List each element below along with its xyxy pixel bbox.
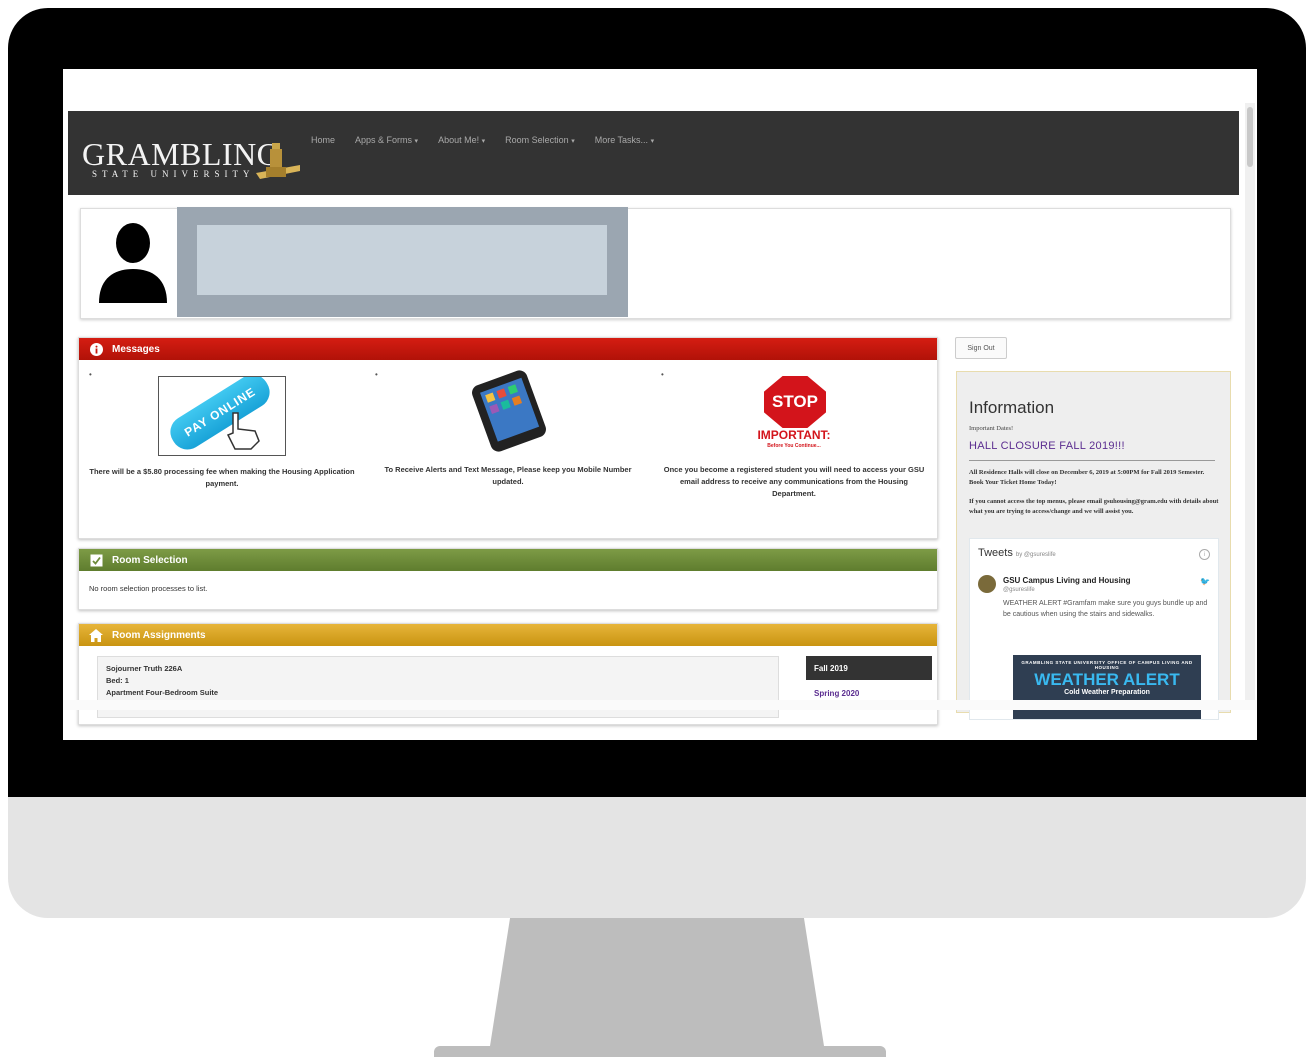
tweet-author-name[interactable]: GSU Campus Living and Housing (1003, 576, 1131, 585)
profile-details-redacted (177, 207, 628, 317)
info-headline: HALL CLOSURE FALL 2019!!! (969, 440, 1125, 452)
message-text: To Receive Alerts and Text Message, Plea… (384, 465, 632, 486)
tweet-text: WEATHER ALERT #Gramfam make sure you guy… (1003, 600, 1208, 618)
assignment-type: Apartment Four-Bedroom Suite (106, 688, 219, 697)
profile-card (80, 207, 1231, 319)
room-assignments-header: Room Assignments (79, 624, 937, 646)
monitor-base (434, 1046, 886, 1057)
checkbox-icon (89, 553, 103, 567)
pay-online-image[interactable]: PAY ONLINE (158, 376, 286, 456)
info-paragraph-contact: If you cannot access the top menus, plea… (969, 498, 1219, 515)
pointer-hand-icon (226, 412, 260, 450)
info-icon[interactable]: i (1199, 549, 1210, 560)
room-selection-header: Room Selection (79, 549, 937, 571)
before-label: Before You Continue... (767, 443, 821, 449)
logo-sub-text: STATE UNIVERSITY (92, 169, 255, 179)
twitter-widget: Tweets by @gsureslife i GSU Campus Livin… (969, 538, 1219, 720)
room-selection-text: No room selection processes to list. (89, 584, 208, 593)
grambling-logo[interactable]: GRAMBLING STATE UNIVERSITY (82, 136, 281, 179)
info-paragraph-closure: All Residence Halls will close on Decemb… (969, 469, 1205, 486)
room-selection-panel: Room Selection No room selection process… (78, 548, 938, 610)
nav-about-me[interactable]: About Me! ▾ (438, 135, 485, 145)
tweet-image-header: GRAMBLING STATE UNIVERSITY OFFICE OF CAM… (1021, 660, 1193, 670)
assignment-hall: Sojourner Truth 226A (106, 664, 183, 673)
message-mobile: To Receive Alerts and Text Message, Plea… (373, 370, 643, 488)
stop-label: STOP (764, 376, 826, 428)
info-circle-icon (89, 342, 103, 356)
scrollbar-thumb[interactable] (1247, 107, 1253, 167)
caret-down-icon: ▾ (414, 138, 419, 145)
assignment-bed: Bed: 1 (106, 676, 129, 685)
twitter-bird-icon[interactable]: 🐦 (1200, 577, 1210, 586)
person-silhouette-icon (99, 223, 167, 303)
info-title: Information (969, 398, 1055, 417)
messages-panel: Messages • • • PAY ONLINE There will be … (78, 337, 938, 539)
stop-sign-image: STOP IMPORTANT: Before You Continue... (748, 376, 840, 456)
messages-title: Messages (112, 343, 160, 355)
sign-out-button[interactable]: Sign Out (955, 337, 1007, 359)
screen: GRAMBLING STATE UNIVERSITY Home Apps & F… (63, 69, 1257, 740)
monitor-stand (490, 918, 824, 1046)
term-tab-active[interactable]: Fall 2019 (806, 656, 932, 680)
room-selection-title: Room Selection (112, 554, 188, 566)
important-label: IMPORTANT: (757, 428, 831, 442)
caret-down-icon: ▾ (571, 138, 575, 145)
tweet-author-handle[interactable]: @gsureslife (1003, 587, 1035, 593)
information-panel: Information Important Dates! HALL CLOSUR… (956, 371, 1231, 720)
monitor-chin (8, 797, 1306, 918)
caret-down-icon: ▾ (650, 138, 655, 145)
page-bottom-fade (63, 700, 1257, 710)
main-nav: Home Apps & Forms ▾ About Me! ▾ Room Sel… (311, 135, 654, 145)
profile-details-inner (197, 225, 607, 295)
message-text: There will be a $5.80 processing fee whe… (89, 467, 355, 488)
divider (969, 460, 1215, 461)
nav-room-selection[interactable]: Room Selection ▾ (505, 135, 575, 145)
tweets-title: Tweets by @gsureslife (978, 547, 1056, 559)
avatar[interactable] (978, 575, 996, 593)
info-subtitle: Important Dates! (969, 425, 1014, 432)
nav-apps-forms[interactable]: Apps & Forms ▾ (355, 135, 418, 145)
caret-down-icon: ▾ (481, 138, 486, 145)
nav-home[interactable]: Home (311, 135, 335, 145)
scrollbar[interactable] (1245, 103, 1255, 703)
nav-more-tasks[interactable]: More Tasks... ▾ (595, 135, 654, 145)
term-tab-link[interactable]: Spring 2020 (814, 689, 859, 698)
message-text: Once you become a registered student you… (663, 465, 925, 498)
tweet-image-caption: Cold Weather Preparation (1064, 689, 1150, 696)
smartphone-icon (472, 370, 546, 452)
navbar: GRAMBLING STATE UNIVERSITY Home Apps & F… (68, 111, 1239, 195)
tower-logo-icon (256, 143, 300, 179)
message-email: STOP IMPORTANT: Before You Continue... O… (659, 370, 929, 500)
tweet-image-title: WEATHER ALERT (1034, 670, 1180, 689)
home-icon (89, 628, 103, 642)
tweets-by[interactable]: by @gsureslife (1016, 552, 1056, 558)
message-payment: PAY ONLINE There will be a $5.80 process… (87, 370, 357, 490)
messages-header: Messages (79, 338, 937, 360)
logo-main-text: GRAMBLING (82, 136, 281, 172)
room-assignments-title: Room Assignments (112, 629, 206, 641)
